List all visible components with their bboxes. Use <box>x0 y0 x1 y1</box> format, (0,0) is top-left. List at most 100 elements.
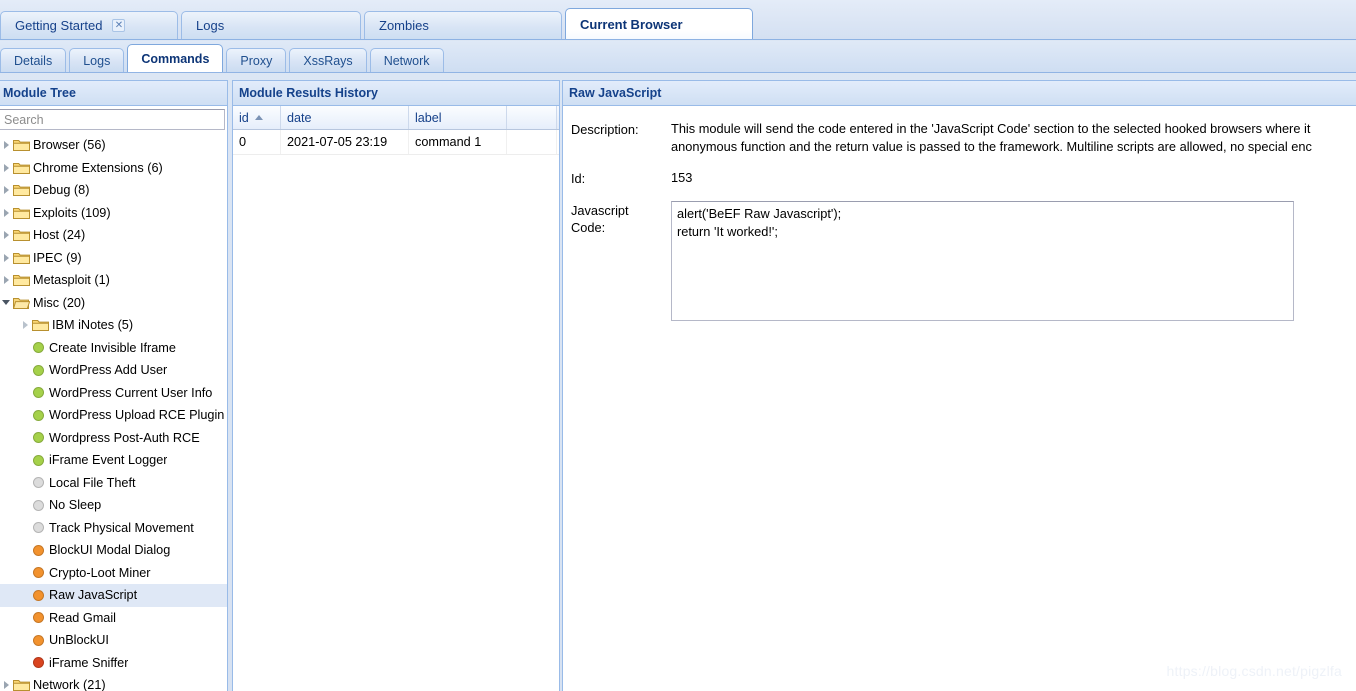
tree-folder-chrome-extensions-6[interactable]: Chrome Extensions (6) <box>0 157 227 180</box>
tree-module-read-gmail[interactable]: Read Gmail <box>0 607 227 630</box>
tree-folder-network-21[interactable]: Network (21) <box>0 674 227 691</box>
tree-item-label: WordPress Upload RCE Plugin <box>49 408 225 423</box>
tree-item-label: IPEC (9) <box>33 250 82 265</box>
tree-folder-browser-56[interactable]: Browser (56) <box>0 134 227 157</box>
tree-module-wordpress-post-auth-rce[interactable]: Wordpress Post-Auth RCE <box>0 427 227 450</box>
tree-module-blockui-modal-dialog[interactable]: BlockUI Modal Dialog <box>0 539 227 562</box>
tree-module-track-physical-movement[interactable]: Track Physical Movement <box>0 517 227 540</box>
tree-folder-misc-20[interactable]: Misc (20) <box>0 292 227 315</box>
tree-folder-metasploit-1[interactable]: Metasploit (1) <box>0 269 227 292</box>
grid-column-header-label[interactable]: label <box>409 106 507 129</box>
folder-icon <box>13 161 30 175</box>
tree-module-unblockui[interactable]: UnBlockUI <box>0 629 227 652</box>
chevron-right-icon[interactable] <box>0 138 13 152</box>
chevron-right-icon[interactable] <box>0 251 13 265</box>
module-detail-panel: Raw JavaScript Description: This module … <box>562 80 1356 691</box>
status-dot-orange <box>33 612 44 624</box>
tree-module-iframe-sniffer[interactable]: iFrame Sniffer <box>0 652 227 675</box>
sub-tab-network[interactable]: Network <box>369 48 444 72</box>
grid-column-label: label <box>415 110 442 125</box>
sub-tab-xssrays[interactable]: XssRays <box>289 48 367 72</box>
status-dot-orange <box>33 634 44 646</box>
main-tab-label: Zombies <box>379 18 429 33</box>
tree-folder-exploits-109[interactable]: Exploits (109) <box>0 202 227 225</box>
main-tab-logs[interactable]: Logs <box>181 11 361 39</box>
tree-module-no-sleep[interactable]: No Sleep <box>0 494 227 517</box>
folder-icon <box>13 296 30 310</box>
tree-module-wordpress-add-user[interactable]: WordPress Add User <box>0 359 227 382</box>
sub-tab-commands[interactable]: Commands <box>127 44 224 72</box>
grid-column-header-date[interactable]: date <box>281 106 409 129</box>
main-tab-current-browser[interactable]: Current Browser <box>565 8 753 39</box>
chevron-right-icon[interactable] <box>0 273 13 287</box>
chevron-right-icon[interactable] <box>0 161 13 175</box>
tree-folder-host-24[interactable]: Host (24) <box>0 224 227 247</box>
tree-item-label: IBM iNotes (5) <box>52 318 134 333</box>
status-dot-grey <box>33 499 44 511</box>
folder-icon <box>13 206 30 220</box>
grid-cell-id: 0 <box>233 130 281 154</box>
tree-module-wordpress-upload-rce-plugin[interactable]: WordPress Upload RCE Plugin <box>0 404 227 427</box>
tree-module-wordpress-current-user-info[interactable]: WordPress Current User Info <box>0 382 227 405</box>
tree-item-label: Exploits (109) <box>33 205 111 220</box>
tree-item-label: Raw JavaScript <box>49 588 138 603</box>
tree-item-label: Misc (20) <box>33 295 86 310</box>
sub-tab-details[interactable]: Details <box>0 48 67 72</box>
javascript-code-textarea[interactable] <box>671 201 1294 321</box>
module-results-history-panel: Module Results History id date label 0 2021… <box>232 80 560 691</box>
results-grid-rows: 0 2021-07-05 23:19 command 1 <box>233 130 559 155</box>
close-icon[interactable]: ✕ <box>112 19 126 32</box>
table-row[interactable]: 0 2021-07-05 23:19 command 1 <box>233 130 559 155</box>
folder-icon <box>13 228 30 242</box>
sub-tab-logs[interactable]: Logs <box>69 48 125 72</box>
description-value: This module will send the code entered i… <box>671 121 1312 154</box>
grid-column-header-extra[interactable] <box>507 106 557 129</box>
tree-folder-ipec-9[interactable]: IPEC (9) <box>0 247 227 270</box>
javascript-code-label: Javascript Code: <box>571 203 629 235</box>
chevron-right-icon[interactable] <box>0 228 13 242</box>
chevron-right-icon[interactable] <box>0 206 13 220</box>
main-tab-zombies[interactable]: Zombies <box>364 11 562 39</box>
main-tab-getting-started[interactable]: Getting Started ✕ <box>0 11 178 39</box>
id-label: Id: <box>571 171 586 186</box>
tree-module-iframe-event-logger[interactable]: iFrame Event Logger <box>0 449 227 472</box>
tree-module-crypto-loot-miner[interactable]: Crypto-Loot Miner <box>0 562 227 585</box>
status-dot-orange <box>33 544 44 556</box>
tree-item-label: UnBlockUI <box>49 633 109 648</box>
tree-item-label: WordPress Add User <box>49 363 168 378</box>
sort-ascending-icon <box>254 115 263 120</box>
main-tab-label: Current Browser <box>580 16 683 32</box>
module-tree-title: Module Tree <box>3 86 76 100</box>
tree-item-label: Metasploit (1) <box>33 273 110 288</box>
tree-module-create-invisible-iframe[interactable]: Create Invisible Iframe <box>0 337 227 360</box>
javascript-code-value-wrap <box>671 201 1356 325</box>
grid-column-label: date <box>287 110 312 125</box>
chevron-right-icon[interactable] <box>0 183 13 197</box>
tree-module-raw-javascript[interactable]: Raw JavaScript <box>0 584 227 607</box>
sub-tab-proxy[interactable]: Proxy <box>226 48 287 72</box>
module-search-input[interactable] <box>0 109 225 130</box>
sub-tab-label: Commands <box>141 51 210 66</box>
chevron-right-icon[interactable] <box>0 678 13 691</box>
tree-folder-debug-8[interactable]: Debug (8) <box>0 179 227 202</box>
grid-cell-label: command 1 <box>409 130 507 154</box>
watermark: https://blog.csdn.net/pigzlfa <box>1166 663 1342 679</box>
id-field-row: Id: 153 <box>571 169 1356 187</box>
main-tab-label: Getting Started <box>15 18 103 33</box>
javascript-code-field-row: Javascript Code: <box>571 201 1356 325</box>
sub-tab-label: Network <box>383 53 430 68</box>
tree-module-local-file-theft[interactable]: Local File Theft <box>0 472 227 495</box>
tree-folder-ibm-inotes-5[interactable]: IBM iNotes (5) <box>0 314 227 337</box>
chevron-right-icon[interactable] <box>18 318 32 332</box>
chevron-down-icon[interactable] <box>0 296 13 310</box>
results-grid-header: id date label <box>233 106 559 130</box>
status-dot-green <box>33 454 44 466</box>
grid-column-header-id[interactable]: id <box>233 106 281 129</box>
tree-item-label: Create Invisible Iframe <box>49 340 176 355</box>
